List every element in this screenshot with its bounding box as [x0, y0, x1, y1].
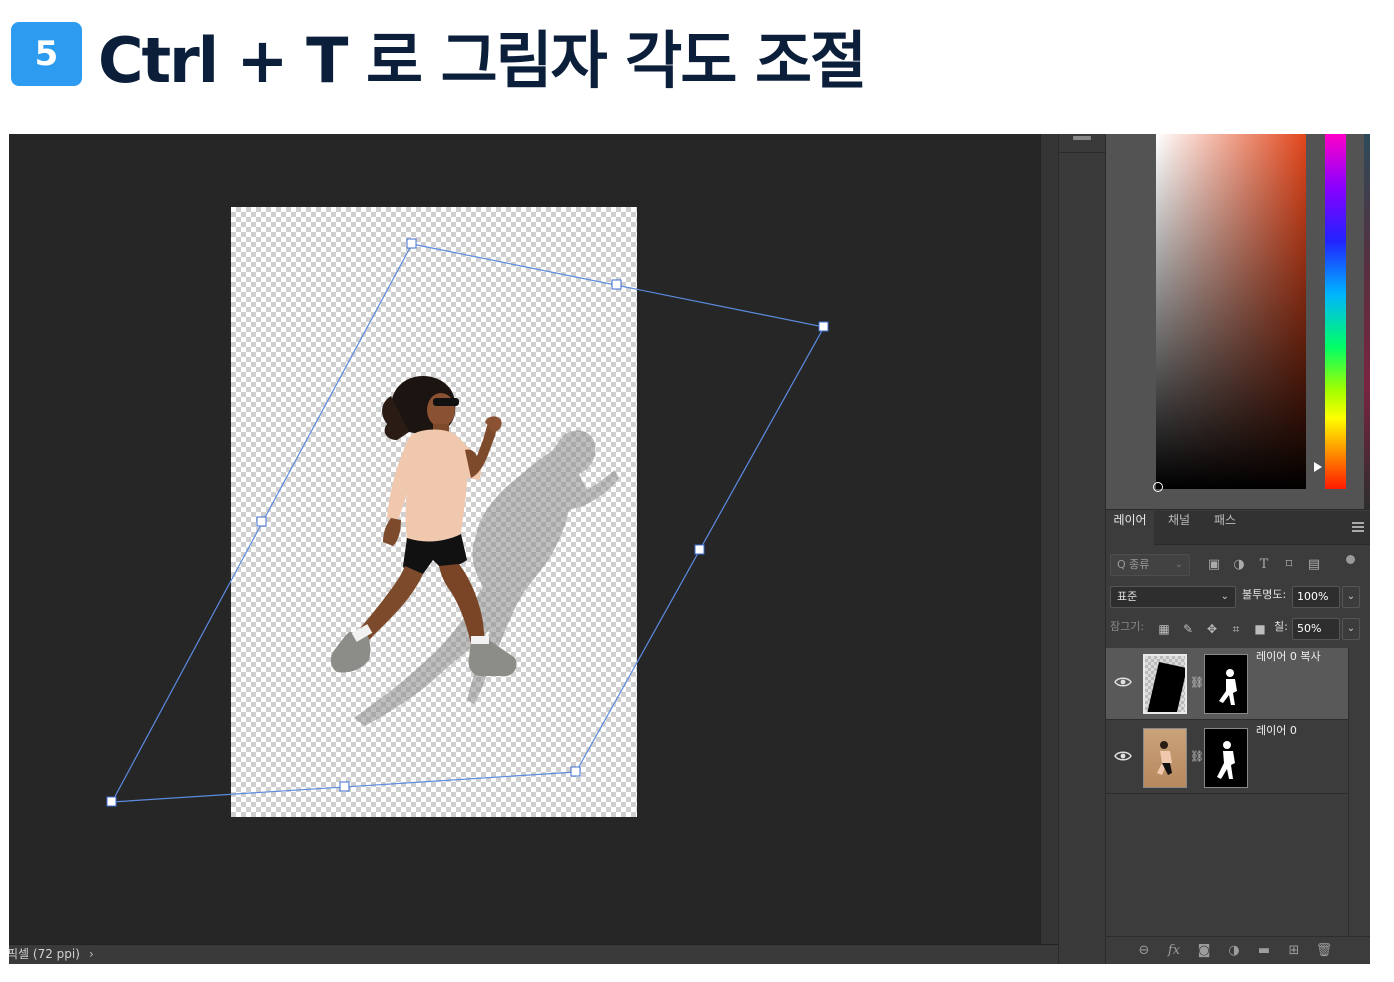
delete-layer-icon[interactable]: 🗑 — [1315, 942, 1333, 960]
fill-field[interactable]: 50% — [1292, 618, 1340, 640]
blend-mode-select[interactable]: 표준 ⌄ — [1110, 586, 1236, 608]
chevron-down-icon: ⌄ — [1220, 591, 1229, 602]
eye-icon[interactable] — [1114, 750, 1132, 762]
canvas-vertical-scrollbar[interactable] — [1040, 134, 1058, 964]
layer-mask-thumbnail[interactable] — [1204, 654, 1248, 714]
dock-divider — [1059, 152, 1107, 153]
link-layers-icon[interactable]: ⊖ — [1135, 942, 1153, 960]
transform-box[interactable] — [110, 243, 825, 803]
back-sneaker — [330, 632, 371, 673]
t-shirt — [387, 429, 481, 542]
layers-scrollbar[interactable] — [1348, 648, 1370, 936]
panel-menu-icon[interactable] — [1352, 522, 1364, 532]
color-picker-marker[interactable] — [1153, 482, 1163, 492]
layer-row[interactable]: ⛓ 레이어 0 — [1106, 722, 1348, 794]
photo-thumbnail — [1157, 741, 1172, 775]
page-title: Ctrl + T 로 그림자 각도 조절 — [98, 24, 867, 97]
type-filter-icon[interactable]: T — [1256, 557, 1272, 573]
photoshop-window: 픽셀 (72 ppi) › 레이어 채널 패스 Q 종류 ⌄ ▣ ◑ T ⌑ ▤… — [9, 134, 1370, 964]
right-panel: 레이어 채널 패스 Q 종류 ⌄ ▣ ◑ T ⌑ ▤ 표준 ⌄ 불투명도: 10… — [1106, 134, 1370, 964]
adjustment-filter-icon[interactable]: ◑ — [1231, 557, 1247, 573]
fill-dropdown-icon[interactable]: ⌄ — [1342, 618, 1360, 640]
handle-top-left[interactable] — [406, 238, 417, 249]
panel-edge-strip — [1364, 134, 1370, 510]
lock-row: 잠그기: ▦ ✎ ✥ ⌗ ■ 칠: 50% ⌄ — [1110, 618, 1366, 642]
handle-bottom-middle[interactable] — [339, 781, 350, 792]
status-expand-icon[interactable]: › — [89, 945, 94, 964]
layer-thumbnail[interactable] — [1143, 654, 1187, 714]
kind-filter-label: Q 종류 — [1117, 558, 1150, 571]
layer-thumbnail[interactable] — [1143, 728, 1187, 788]
mask-silhouette-icon — [1219, 669, 1237, 705]
color-saturation-field[interactable] — [1156, 134, 1306, 489]
transform-handles[interactable] — [106, 238, 829, 807]
eye-icon[interactable] — [1114, 676, 1132, 688]
mask-link-icon[interactable]: ⛓ — [1190, 750, 1204, 766]
image-filter-icon[interactable]: ▣ — [1206, 557, 1222, 573]
handle-right-middle[interactable] — [694, 544, 705, 555]
sunglasses — [433, 398, 459, 406]
layer-name[interactable]: 레이어 0 — [1256, 722, 1297, 794]
step-badge: 5 — [11, 22, 82, 86]
blend-mode-value: 표준 — [1117, 590, 1138, 603]
opacity-dropdown-icon[interactable]: ⌄ — [1342, 586, 1360, 608]
tab-channels[interactable]: 채널 — [1156, 511, 1202, 545]
layer-mask-thumbnail[interactable] — [1204, 728, 1248, 788]
layer-list: ⛓ 레이어 0 복사 ⛓ 레이어 0 — [1106, 648, 1348, 796]
fx-icon[interactable]: fx — [1165, 942, 1183, 960]
mask-link-icon[interactable]: ⛓ — [1190, 676, 1204, 692]
dock-grip-icon[interactable] — [1073, 136, 1091, 140]
handle-bottom-right[interactable] — [570, 766, 581, 777]
kind-filter-select[interactable]: Q 종류 ⌄ — [1110, 554, 1190, 576]
adjustment-layer-icon[interactable]: ◑ — [1225, 942, 1243, 960]
shape-filter-icon[interactable]: ⌑ — [1281, 557, 1297, 573]
layer-row[interactable]: ⛓ 레이어 0 복사 — [1106, 648, 1348, 720]
lock-artboard-icon[interactable]: ⌗ — [1228, 621, 1244, 637]
lock-position-icon[interactable]: ✥ — [1204, 621, 1220, 637]
fill-label: 칠: — [1274, 620, 1288, 633]
handle-bottom-left[interactable] — [106, 796, 117, 807]
panel-dock-strip — [1058, 134, 1107, 964]
handle-top-right[interactable] — [818, 321, 829, 332]
cast-shadow — [354, 430, 619, 726]
canvas-overlay — [106, 238, 829, 807]
hue-slider[interactable] — [1325, 134, 1346, 489]
lower-arm — [383, 518, 401, 546]
tab-paths[interactable]: 패스 — [1202, 511, 1248, 545]
new-group-icon[interactable]: ▬ — [1255, 942, 1273, 960]
hue-pointer-icon[interactable] — [1314, 462, 1322, 472]
color-picker-panel — [1106, 134, 1370, 510]
lock-all-icon[interactable]: ■ — [1252, 621, 1268, 637]
add-mask-icon[interactable]: ◙ — [1195, 942, 1213, 960]
opacity-field[interactable]: 100% — [1292, 586, 1340, 608]
opacity-label: 불투명도: — [1242, 588, 1287, 601]
blend-row: 표준 ⌄ 불투명도: 100% ⌄ — [1110, 586, 1366, 610]
chevron-down-icon: ⌄ — [1174, 559, 1183, 570]
tab-layers[interactable]: 레이어 — [1106, 511, 1154, 545]
lock-transparency-icon[interactable]: ▦ — [1156, 621, 1172, 637]
layers-panel-footer: ⊖ fx ◙ ◑ ▬ ⊞ 🗑 — [1106, 936, 1370, 964]
handle-top-middle[interactable] — [611, 279, 622, 290]
shadow-shape-thumbnail — [1147, 662, 1185, 712]
lock-pixels-icon[interactable]: ✎ — [1180, 621, 1196, 637]
sock-right — [471, 636, 489, 644]
layer-filter-row: Q 종류 ⌄ ▣ ◑ T ⌑ ▤ — [1110, 554, 1366, 578]
lock-label: 잠그기: — [1110, 620, 1145, 633]
handle-left-middle[interactable] — [256, 516, 267, 527]
canvas-area[interactable] — [9, 134, 1040, 944]
status-bar: 픽셀 (72 ppi) › — [9, 944, 1058, 964]
smart-object-filter-icon[interactable]: ▤ — [1306, 557, 1322, 573]
layer-name[interactable]: 레이어 0 복사 — [1256, 648, 1321, 720]
document-info[interactable]: 픽셀 (72 ppi) — [9, 945, 80, 964]
tutorial-slide: 5 Ctrl + T 로 그림자 각도 조절 픽셀 (72 ppi) › 레이어… — [0, 0, 1394, 982]
new-layer-icon[interactable]: ⊞ — [1285, 942, 1303, 960]
layers-panel-tabs: 레이어 채널 패스 — [1106, 511, 1370, 545]
mask-silhouette-icon — [1217, 741, 1235, 779]
front-sneaker — [468, 640, 517, 676]
filter-toggle-icon[interactable] — [1346, 555, 1355, 564]
